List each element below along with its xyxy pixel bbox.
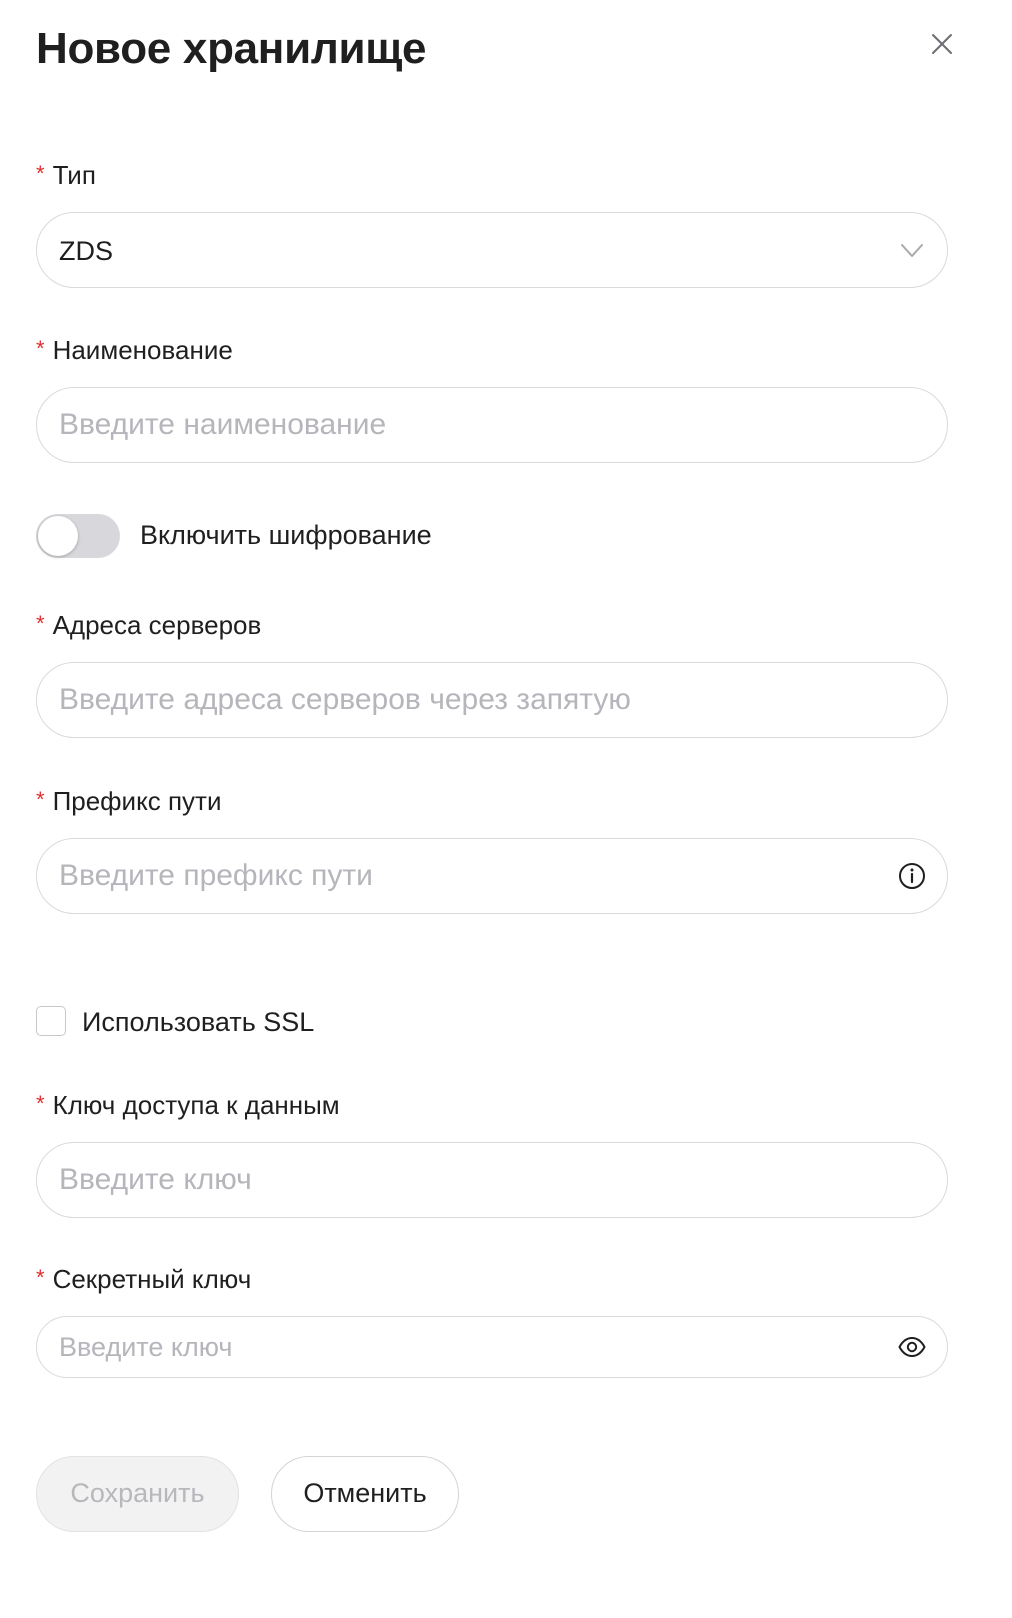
type-label: * Тип: [36, 158, 96, 194]
secret-key-field[interactable]: [36, 1316, 948, 1378]
access-key-input[interactable]: [59, 1143, 879, 1217]
servers-input[interactable]: [59, 663, 879, 737]
cancel-button[interactable]: Отменить: [271, 1456, 459, 1532]
close-icon: [932, 34, 952, 54]
required-mark: *: [36, 787, 45, 812]
access-key-label-text: Ключ доступа к данным: [52, 1090, 340, 1120]
chevron-down-icon: [901, 244, 923, 257]
required-mark: *: [36, 1091, 45, 1116]
info-icon[interactable]: [897, 861, 927, 891]
name-label: * Наименование: [36, 333, 233, 369]
secret-key-label: * Секретный ключ: [36, 1262, 251, 1298]
access-key-label: * Ключ доступа к данным: [36, 1088, 340, 1124]
path-prefix-label: * Префикс пути: [36, 784, 222, 820]
ssl-checkbox[interactable]: [36, 1006, 66, 1036]
type-select[interactable]: ZDS: [36, 212, 948, 288]
ssl-checkbox-label: Использовать SSL: [82, 1007, 315, 1037]
name-field[interactable]: [36, 387, 948, 463]
servers-label: * Адреса серверов: [36, 608, 261, 644]
path-prefix-field[interactable]: [36, 838, 948, 914]
encryption-toggle-label: Включить шифрование: [140, 520, 432, 550]
eye-icon[interactable]: [897, 1332, 927, 1362]
servers-label-text: Адреса серверов: [52, 610, 262, 640]
path-prefix-label-text: Префикс пути: [52, 786, 222, 816]
toggle-knob: [38, 516, 78, 556]
name-label-text: Наименование: [52, 335, 233, 365]
close-button[interactable]: [926, 28, 958, 60]
encryption-toggle[interactable]: [36, 514, 120, 558]
secret-key-label-text: Секретный ключ: [52, 1264, 252, 1294]
dialog-title: Новое хранилище: [36, 24, 427, 73]
new-storage-dialog: Новое хранилище * Тип ZDS * Наименование В…: [0, 0, 1012, 1618]
required-mark: *: [36, 161, 45, 186]
type-label-text: Тип: [52, 160, 96, 190]
required-mark: *: [36, 1265, 45, 1290]
required-mark: *: [36, 336, 45, 361]
access-key-field[interactable]: [36, 1142, 948, 1218]
secret-key-input[interactable]: [59, 1317, 879, 1377]
name-input[interactable]: [59, 388, 879, 462]
required-mark: *: [36, 611, 45, 636]
save-button[interactable]: Сохранить: [36, 1456, 239, 1532]
type-select-value: ZDS: [59, 236, 113, 266]
servers-field[interactable]: [36, 662, 948, 738]
path-prefix-input[interactable]: [59, 839, 879, 913]
